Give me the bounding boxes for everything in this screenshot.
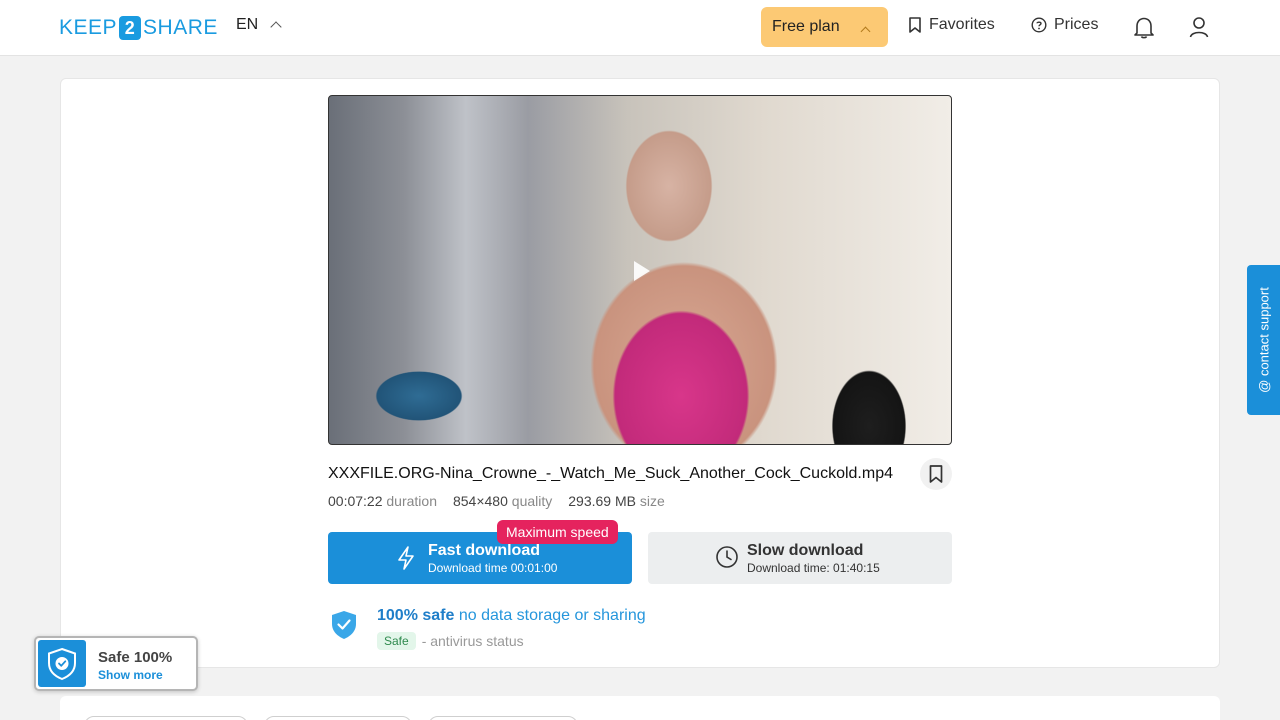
contact-support-tab[interactable]: @ contact support — [1247, 265, 1280, 415]
antivirus-status: Safe - antivirus status — [377, 632, 524, 650]
maximum-speed-badge: Maximum speed — [497, 520, 618, 544]
shield-box — [38, 640, 86, 687]
safety-statement: 100% safe no data storage or sharing — [377, 607, 646, 625]
lightning-icon — [398, 546, 414, 570]
slow-download-time: Download time: 01:40:15 — [747, 561, 880, 575]
add-favorite-button[interactable] — [920, 458, 952, 490]
duration-label: duration — [386, 493, 437, 509]
duration-info: 00:07:22 duration — [328, 493, 437, 509]
account-button[interactable] — [1187, 14, 1211, 40]
play-icon[interactable] — [634, 261, 650, 281]
clock-icon — [716, 546, 738, 568]
fast-download-time: Download time 00:01:00 — [428, 561, 558, 575]
shield-check-icon — [332, 611, 356, 639]
file-meta: 00:07:22 duration 854×480 quality 293.69… — [328, 493, 665, 509]
slow-download-button[interactable]: Slow download Download time: 01:40:15 — [648, 532, 952, 584]
shield-check-icon — [48, 647, 76, 680]
safe-widget-title: Safe 100% — [98, 649, 173, 666]
favorites-label: Favorites — [929, 16, 995, 33]
safety-bold: 100% safe — [377, 607, 455, 624]
show-more-link[interactable]: Show more — [98, 668, 163, 682]
bookmark-icon — [909, 17, 921, 33]
tab-pill[interactable] — [428, 716, 578, 720]
quality-value: 854×480 — [452, 493, 508, 509]
antivirus-status-label: - antivirus status — [421, 633, 524, 649]
size-label: size — [639, 493, 665, 509]
safe-badge-widget[interactable]: Safe 100% Show more — [34, 636, 198, 691]
prices-link[interactable]: Prices — [1031, 16, 1098, 34]
duration-value: 00:07:22 — [328, 493, 383, 509]
tab-pill[interactable] — [264, 716, 412, 720]
logo-number: 2 — [119, 16, 142, 40]
chevron-up-icon — [860, 26, 871, 37]
prices-label: Prices — [1054, 16, 1099, 33]
size-info: 293.69 MB size — [568, 493, 665, 509]
bell-icon — [1134, 17, 1154, 39]
top-header: KEEP 2 SHARE EN Free plan Favorites Pric… — [0, 0, 1280, 56]
safety-rest: no data storage or sharing — [454, 607, 646, 624]
video-preview[interactable] — [328, 95, 952, 445]
quality-info: 854×480 quality — [453, 493, 552, 509]
file-name: XXXFILE.ORG-Nina_Crowne_-_Watch_Me_Suck_… — [328, 465, 893, 482]
plan-button[interactable]: Free plan — [761, 7, 888, 47]
notifications-button[interactable] — [1132, 14, 1156, 40]
tab-pill[interactable] — [84, 716, 248, 720]
fast-download-label: Fast download — [428, 542, 540, 559]
safe-tag: Safe — [377, 632, 416, 650]
chevron-up-icon — [270, 21, 282, 33]
quality-label: quality — [511, 493, 553, 509]
help-circle-icon — [1031, 17, 1047, 33]
logo-text-left: KEEP — [59, 16, 118, 39]
language-selector[interactable]: EN — [236, 16, 282, 34]
user-icon — [1189, 17, 1209, 38]
logo-text-right: SHARE — [143, 16, 218, 39]
contact-support-label: @ contact support — [1256, 287, 1271, 393]
size-value: 293.69 MB — [568, 493, 636, 509]
plan-label: Free plan — [772, 18, 840, 35]
bookmark-icon — [929, 465, 943, 483]
language-label: EN — [236, 16, 259, 33]
logo[interactable]: KEEP 2 SHARE — [59, 14, 218, 42]
favorites-link[interactable]: Favorites — [908, 16, 995, 34]
slow-download-label: Slow download — [747, 542, 864, 559]
